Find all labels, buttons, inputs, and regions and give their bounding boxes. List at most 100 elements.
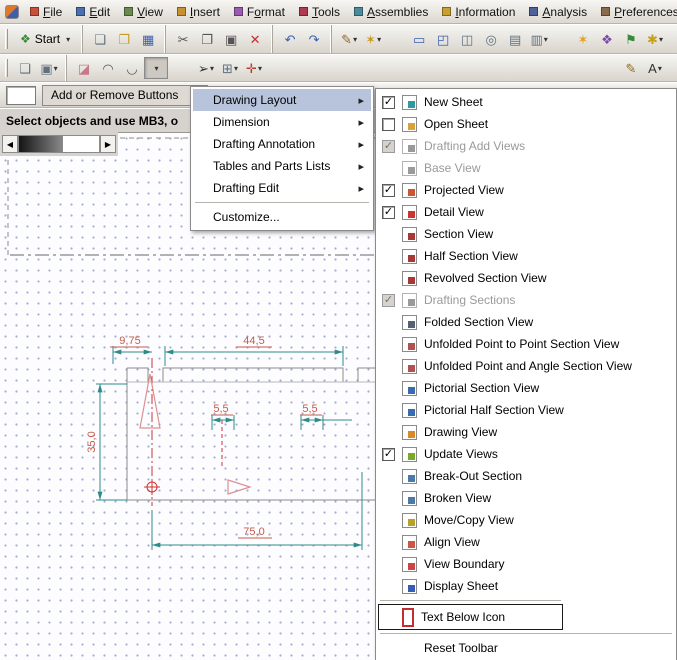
- toolbar-icon: ◠: [102, 60, 114, 76]
- menu-item-align-view[interactable]: Align View: [378, 531, 674, 553]
- dim-width-mid[interactable]: 44,5: [243, 335, 264, 347]
- menu-item-drafting-add-views[interactable]: Drafting Add Views: [378, 135, 674, 157]
- scroll-left-button[interactable]: ◀: [2, 135, 18, 153]
- menu-item-revolved-section-view[interactable]: Revolved Section View: [378, 267, 674, 289]
- menu-format[interactable]: Format: [227, 0, 292, 23]
- menu-item-half-section-view[interactable]: Half Section View: [378, 245, 674, 267]
- curve-button: ◡: [120, 55, 144, 81]
- item-checkbox[interactable]: [382, 447, 395, 461]
- toolbar-drag-handle[interactable]: [5, 58, 8, 78]
- item-checkbox[interactable]: [382, 139, 395, 153]
- toolbar-icon: ◎: [485, 31, 497, 47]
- toolbar-icon: ▭: [412, 31, 426, 47]
- scroll-thumb[interactable]: [19, 136, 63, 152]
- menu-preferences[interactable]: Preferences: [594, 0, 677, 23]
- menu-item-folded-section-view[interactable]: Folded Section View: [378, 311, 674, 333]
- menu-item-view-boundary[interactable]: View Boundary: [378, 553, 674, 575]
- menu-tools[interactable]: Tools: [292, 0, 347, 23]
- toolbar-icon: ❖: [601, 31, 613, 47]
- menu-item-unfolded-point-to-point[interactable]: Unfolded Point to Point Section View: [378, 333, 674, 355]
- menu-item-reset-toolbar[interactable]: Reset Toolbar: [378, 633, 674, 659]
- toolbar-icon: ❐: [201, 31, 213, 47]
- menu-item-new-sheet[interactable]: New Sheet: [378, 91, 674, 113]
- selection-filter-button: ➢: [194, 55, 218, 81]
- toolbar1-left: ❏ ❐ ▦ ✂ ❐ ▣ ✕ ↶ ↷ ✎ ▾ ✶ ▾: [77, 25, 385, 53]
- toolbar-drag-handle[interactable]: [5, 29, 8, 49]
- item-checkbox[interactable]: [382, 293, 395, 307]
- save-button: ▦: [136, 25, 160, 53]
- menu-item-tables-parts-lists[interactable]: Tables and Parts Lists: [193, 155, 371, 177]
- new-sheet-button: ❏: [13, 55, 37, 81]
- menu-item-drafting-sections[interactable]: Drafting Sections: [378, 289, 674, 311]
- start-button[interactable]: ❖ Start: [13, 28, 77, 50]
- layers-button: ▥: [527, 25, 551, 53]
- menu-item-pictorial-section-view[interactable]: Pictorial Section View: [378, 377, 674, 399]
- menu-item-section-view[interactable]: Section View: [378, 223, 674, 245]
- menu-information[interactable]: Information: [435, 0, 522, 23]
- base-view-icon: [402, 160, 417, 176]
- app-icon: [5, 4, 19, 19]
- menu-item-update-views[interactable]: Update Views: [378, 443, 674, 465]
- toolbar-icon: ▣: [40, 60, 53, 76]
- unfolded-point-to-point-icon: [402, 336, 417, 352]
- dim-width-total[interactable]: 75,0: [243, 526, 264, 538]
- detail-view-icon: [402, 204, 417, 220]
- menubar-items: File Edit View Insert Format Tools Assem…: [23, 0, 677, 23]
- menu-item-open-sheet[interactable]: Open Sheet: [378, 113, 674, 135]
- item-checkbox[interactable]: [382, 117, 395, 131]
- toolbar-icon: ▦: [141, 31, 155, 47]
- selection-filter-input[interactable]: [6, 85, 36, 105]
- status-text: Select objects and use MB3, o: [6, 113, 179, 128]
- menu-item-drafting-edit[interactable]: Drafting Edit: [193, 177, 371, 199]
- menu-item-drawing-view[interactable]: Drawing View: [378, 421, 674, 443]
- dim-slot1[interactable]: 5,5: [213, 403, 228, 415]
- toolbar-icon: ◫: [460, 31, 474, 47]
- menu-insert[interactable]: Insert: [170, 0, 227, 23]
- menu-preferences-icon: [601, 7, 611, 16]
- drafting-sections-icon: [402, 292, 417, 308]
- menu-item-unfolded-point-angle[interactable]: Unfolded Point and Angle Section View: [378, 355, 674, 377]
- scroll-track[interactable]: [18, 135, 100, 153]
- menu-edit[interactable]: Edit: [69, 0, 117, 23]
- menu-item-projected-view[interactable]: Projected View: [378, 179, 674, 201]
- dim-height[interactable]: 35,0: [86, 431, 98, 452]
- menu-item-base-view[interactable]: Base View: [378, 157, 674, 179]
- item-checkbox[interactable]: [382, 183, 395, 197]
- menu-item-broken-view[interactable]: Broken View: [378, 487, 674, 509]
- menu-item-move-copy-view[interactable]: Move/Copy View: [378, 509, 674, 531]
- toolbar-icon: ✶: [365, 31, 377, 47]
- datum-button: ❖: [595, 25, 619, 53]
- menu-item-dimension[interactable]: Dimension: [193, 111, 371, 133]
- menu-file-icon: [30, 7, 39, 16]
- fit-view-button: ▭: [407, 25, 431, 53]
- menu-item-customize[interactable]: Customize...: [193, 202, 371, 228]
- open-button: ❐: [112, 25, 136, 53]
- drafting-toolbar: ❏ ▣ ◪ ◠ ◡: [0, 54, 677, 82]
- new-sheet-icon: [402, 94, 417, 110]
- item-checkbox[interactable]: [382, 95, 395, 109]
- menu-item-display-sheet[interactable]: Display Sheet: [378, 575, 674, 597]
- toolbar-icon: ✎: [625, 60, 637, 76]
- menu-item-detail-view[interactable]: Detail View: [378, 201, 674, 223]
- view-boundary-icon: [402, 556, 417, 572]
- menu-assemblies[interactable]: Assemblies: [347, 0, 435, 23]
- menu-view[interactable]: View: [117, 0, 170, 23]
- menu-item-drawing-layout[interactable]: Drawing Layout: [193, 89, 371, 111]
- unfolded-point-angle-icon: [402, 358, 417, 374]
- toolbar-icon: ⊞: [222, 60, 233, 76]
- add-remove-buttons-button[interactable]: Add or Remove Buttons: [42, 84, 208, 106]
- align-view-icon: [402, 534, 417, 550]
- menu-item-pictorial-half-section-view[interactable]: Pictorial Half Section View: [378, 399, 674, 421]
- dimension-lines: [96, 346, 363, 550]
- dim-width-left[interactable]: 9,75: [119, 335, 140, 347]
- item-checkbox[interactable]: [382, 205, 395, 219]
- menu-item-break-out-section[interactable]: Break-Out Section: [378, 465, 674, 487]
- menu-item-drafting-annotation[interactable]: Drafting Annotation: [193, 133, 371, 155]
- toolbar-icon: ➢: [198, 60, 209, 76]
- menu-item-text-below-icon[interactable]: Text Below Icon: [378, 600, 563, 630]
- drawing-view-icon: [402, 424, 417, 440]
- scroll-right-button[interactable]: ▶: [100, 135, 116, 153]
- menu-file[interactable]: File: [23, 0, 69, 23]
- menu-analysis[interactable]: Analysis: [522, 0, 594, 23]
- dim-slot2[interactable]: 5,5: [302, 403, 317, 415]
